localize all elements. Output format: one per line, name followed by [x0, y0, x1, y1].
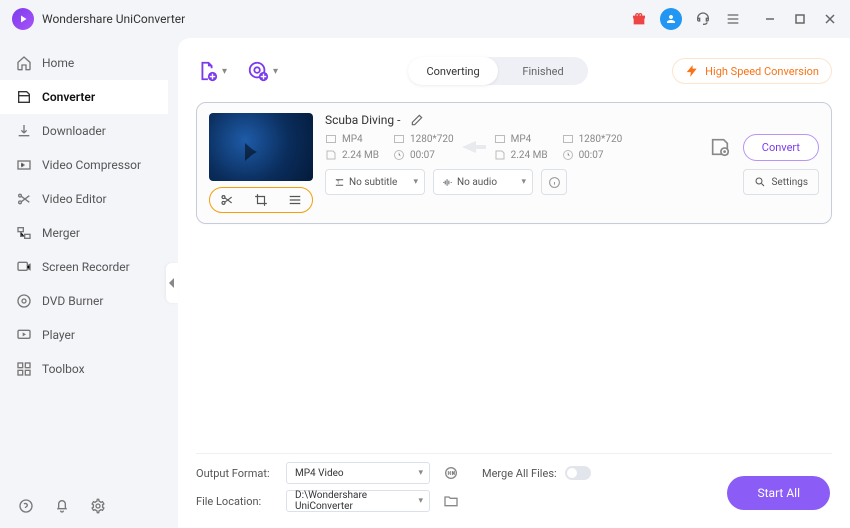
minimize-button[interactable] — [762, 11, 778, 27]
chevron-down-icon: ▾ — [273, 66, 278, 77]
converter-icon — [16, 89, 32, 105]
sidebar-item-home[interactable]: Home — [0, 46, 168, 80]
file-settings-button[interactable]: Settings — [743, 169, 819, 195]
hdr-button[interactable] — [442, 464, 460, 482]
sidebar: Home Converter Downloader Video Compress… — [0, 38, 168, 528]
menu-icon[interactable] — [724, 10, 742, 28]
size-icon — [325, 149, 337, 161]
status-tabs: Converting Finished — [408, 57, 588, 85]
file-location-label: File Location: — [196, 495, 274, 508]
main-panel: ▾ ▾ Converting Finished High Speed Conve… — [178, 38, 850, 528]
clock-icon — [393, 149, 405, 161]
open-folder-button[interactable] — [442, 492, 460, 510]
sidebar-item-label: Player — [42, 328, 75, 342]
sidebar-item-label: Video Compressor — [42, 158, 141, 172]
sidebar-item-downloader[interactable]: Downloader — [0, 114, 168, 148]
crop-button[interactable] — [253, 192, 269, 208]
subtitle-icon: T — [334, 177, 345, 188]
format-icon — [494, 133, 506, 145]
scissors-icon — [16, 191, 32, 207]
sidebar-item-label: Downloader — [42, 124, 106, 138]
target-specs: MP4 1280*720 2.24 MB 00:07 — [494, 133, 623, 161]
sidebar-item-label: Toolbox — [42, 362, 85, 376]
app-title: Wondershare UniConverter — [42, 12, 185, 26]
sidebar-item-label: Merger — [42, 226, 80, 240]
output-format-label: Output Format: — [196, 467, 274, 480]
edit-title-button[interactable] — [410, 113, 424, 127]
sidebar-item-converter[interactable]: Converter — [0, 80, 168, 114]
help-icon[interactable] — [18, 498, 36, 516]
chevron-left-icon — [168, 278, 176, 288]
thumbnail-tools — [209, 187, 313, 213]
file-location-select[interactable]: D:\Wondershare UniConverter — [286, 490, 430, 512]
sidebar-item-label: Converter — [42, 90, 95, 104]
app-logo — [12, 8, 34, 30]
sidebar-item-recorder[interactable]: Screen Recorder — [0, 250, 168, 284]
file-add-icon — [196, 60, 218, 82]
tab-converting[interactable]: Converting — [408, 57, 498, 85]
file-card: Scuba Diving - MP4 1280*720 2.24 MB 00:0… — [196, 102, 832, 224]
chevron-down-icon: ▾ — [222, 66, 227, 77]
format-icon — [325, 133, 337, 145]
high-speed-button[interactable]: High Speed Conversion — [672, 58, 832, 84]
output-settings-button[interactable] — [709, 136, 731, 158]
sidebar-item-label: Home — [42, 56, 74, 70]
audio-select[interactable]: No audio — [433, 169, 533, 195]
headset-icon[interactable] — [694, 10, 712, 28]
effects-button[interactable] — [287, 192, 303, 208]
start-all-button[interactable]: Start All — [727, 476, 830, 510]
subtitle-select[interactable]: T No subtitle — [325, 169, 425, 195]
home-icon — [16, 55, 32, 71]
settings-icon[interactable] — [90, 498, 108, 516]
play-icon — [16, 327, 32, 343]
merge-icon — [16, 225, 32, 241]
merge-label: Merge All Files: — [482, 467, 557, 480]
arrow-icon — [454, 139, 494, 155]
sidebar-item-editor[interactable]: Video Editor — [0, 182, 168, 216]
compress-icon — [16, 157, 32, 173]
output-format-select[interactable]: MP4 Video — [286, 462, 430, 484]
clock-icon — [562, 149, 574, 161]
sidebar-item-compressor[interactable]: Video Compressor — [0, 148, 168, 182]
add-file-button[interactable]: ▾ — [196, 60, 227, 82]
source-specs: MP4 1280*720 2.24 MB 00:07 — [325, 133, 454, 161]
disc-icon — [16, 293, 32, 309]
sidebar-item-dvd[interactable]: DVD Burner — [0, 284, 168, 318]
merge-toggle[interactable] — [565, 466, 591, 480]
info-icon — [548, 176, 561, 189]
record-icon — [16, 259, 32, 275]
sidebar-item-player[interactable]: Player — [0, 318, 168, 352]
size-icon — [494, 149, 506, 161]
audio-icon — [442, 177, 453, 188]
resolution-icon — [393, 133, 405, 145]
target-add-icon — [247, 60, 269, 82]
grid-icon — [16, 361, 32, 377]
info-button[interactable] — [541, 169, 567, 195]
bell-icon[interactable] — [54, 498, 72, 516]
convert-button[interactable]: Convert — [743, 134, 819, 161]
lightning-icon — [685, 64, 699, 78]
tab-finished[interactable]: Finished — [498, 57, 588, 85]
user-avatar[interactable] — [660, 8, 682, 30]
sidebar-item-label: Screen Recorder — [42, 260, 130, 274]
file-title: Scuba Diving - — [325, 113, 400, 127]
sidebar-item-toolbox[interactable]: Toolbox — [0, 352, 168, 386]
gift-icon[interactable] — [630, 10, 648, 28]
sidebar-collapse-button[interactable] — [168, 38, 178, 528]
sidebar-item-label: Video Editor — [42, 192, 107, 206]
svg-text:T: T — [337, 179, 340, 185]
trim-button[interactable] — [219, 192, 235, 208]
sidebar-item-merger[interactable]: Merger — [0, 216, 168, 250]
close-button[interactable] — [822, 11, 838, 27]
maximize-button[interactable] — [792, 11, 808, 27]
add-folder-button[interactable]: ▾ — [247, 60, 278, 82]
resolution-icon — [562, 133, 574, 145]
video-thumbnail[interactable] — [209, 113, 313, 181]
download-icon — [16, 123, 32, 139]
sidebar-item-label: DVD Burner — [42, 294, 103, 308]
magnify-icon — [754, 176, 766, 188]
titlebar: Wondershare UniConverter — [0, 0, 850, 38]
